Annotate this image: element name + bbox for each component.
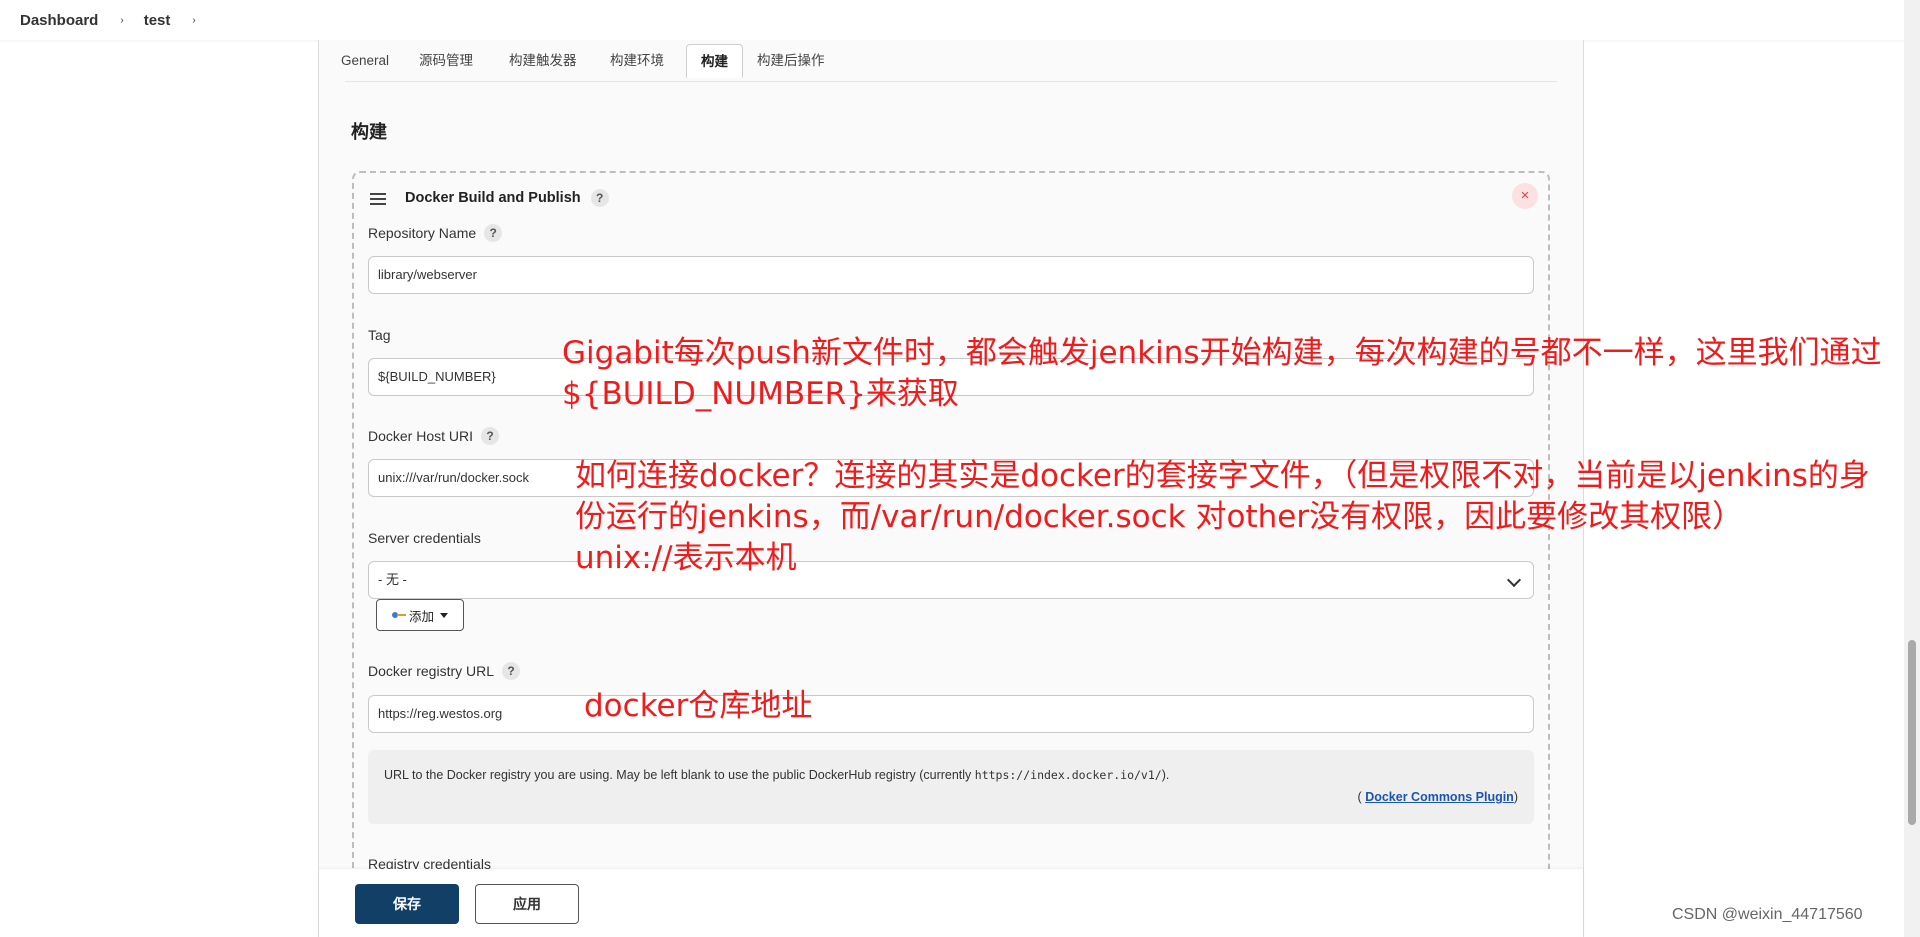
chevron-down-icon	[1506, 572, 1522, 588]
page-scrollbar[interactable]	[1904, 0, 1920, 937]
annotation-tag-line1: Gigabit每次push新文件时，都会触发jenkins开始构建，每次构建的号…	[562, 335, 1882, 371]
close-icon[interactable]: ×	[1512, 183, 1538, 209]
annotation-host-line1: 如何连接docker？连接的其实是docker的套接字文件，（但是权限不对，当前…	[575, 458, 1870, 494]
docker-registry-url-input[interactable]: https://reg.westos.org	[368, 695, 1534, 733]
repository-name-label: Repository Name ?	[368, 224, 503, 242]
caret-down-icon	[440, 612, 448, 618]
help-code: https://index.docker.io/v1/	[974, 768, 1162, 782]
breadcrumb-dashboard[interactable]: Dashboard	[20, 12, 98, 29]
help-source-suffix: )	[1513, 790, 1518, 804]
chevron-right-icon[interactable]: ›	[120, 15, 123, 26]
docker-host-uri-label-text: Docker Host URI	[368, 428, 474, 444]
watermark: CSDN @weixin_44717560	[1672, 906, 1863, 923]
docker-commons-plugin-link[interactable]: Docker Commons Plugin	[1365, 790, 1514, 804]
bottom-action-bar: 保存 应用	[319, 869, 1583, 937]
key-icon	[391, 611, 406, 619]
tab-general[interactable]: General	[327, 44, 403, 78]
repository-name-label-text: Repository Name	[368, 225, 477, 241]
tab-build[interactable]: 构建	[686, 44, 743, 78]
breadcrumb-test[interactable]: test	[144, 12, 171, 29]
annotation-host-line2: 份运行的jenkins，而/var/run/docker.sock 对other…	[575, 499, 1744, 535]
annotation-tag-line2: ${BUILD_NUMBER}来获取	[562, 376, 959, 412]
server-credentials-label: Server credentials	[368, 530, 481, 546]
drag-handle-icon[interactable]	[370, 193, 386, 208]
step-title: Docker Build and Publish ?	[405, 189, 609, 207]
tab-build-environment[interactable]: 构建环境	[596, 44, 678, 78]
help-icon[interactable]: ?	[502, 662, 521, 680]
save-button[interactable]: 保存	[355, 884, 459, 924]
annotation-host-line3: unix://表示本机	[575, 540, 797, 576]
help-source-prefix: (	[1357, 790, 1362, 804]
server-credentials-value: - 无 -	[378, 572, 407, 587]
tab-divider	[345, 81, 1557, 82]
help-text: URL to the Docker registry you are using…	[384, 768, 975, 782]
tab-source-control[interactable]: 源码管理	[405, 44, 487, 78]
help-icon[interactable]: ?	[590, 189, 609, 207]
config-tabs: General 源码管理 构建触发器 构建环境 构建 构建后操作	[319, 40, 1583, 80]
help-text-end: ).	[1161, 768, 1170, 782]
tab-build-triggers[interactable]: 构建触发器	[495, 44, 591, 78]
breadcrumb: Dashboard › test ›	[0, 0, 1904, 40]
help-icon[interactable]: ?	[481, 427, 500, 445]
docker-host-uri-label: Docker Host URI ?	[368, 427, 500, 445]
step-title-text: Docker Build and Publish	[405, 189, 581, 206]
help-icon[interactable]: ?	[484, 224, 503, 242]
chevron-right-icon[interactable]: ›	[192, 15, 195, 26]
scrollbar-thumb[interactable]	[1908, 640, 1916, 825]
repository-name-input[interactable]: library/webserver	[368, 256, 1534, 294]
server-credentials-select[interactable]: - 无 -	[368, 561, 1534, 599]
registry-url-help: URL to the Docker registry you are using…	[368, 750, 1534, 824]
help-source: ( Docker Commons Plugin)	[1358, 790, 1518, 804]
server-credentials-label-text: Server credentials	[368, 530, 481, 546]
docker-registry-url-label: Docker registry URL ?	[368, 662, 521, 680]
tag-label: Tag	[368, 327, 391, 343]
tag-label-text: Tag	[368, 327, 391, 343]
apply-button[interactable]: 应用	[475, 884, 579, 924]
add-credentials-label: 添加	[408, 609, 434, 624]
section-title: 构建	[351, 122, 387, 142]
tab-post-build[interactable]: 构建后操作	[743, 44, 839, 78]
docker-registry-url-label-text: Docker registry URL	[368, 663, 495, 679]
annotation-registry: docker仓库地址	[584, 688, 813, 724]
add-credentials-button[interactable]: 添加	[376, 599, 464, 631]
